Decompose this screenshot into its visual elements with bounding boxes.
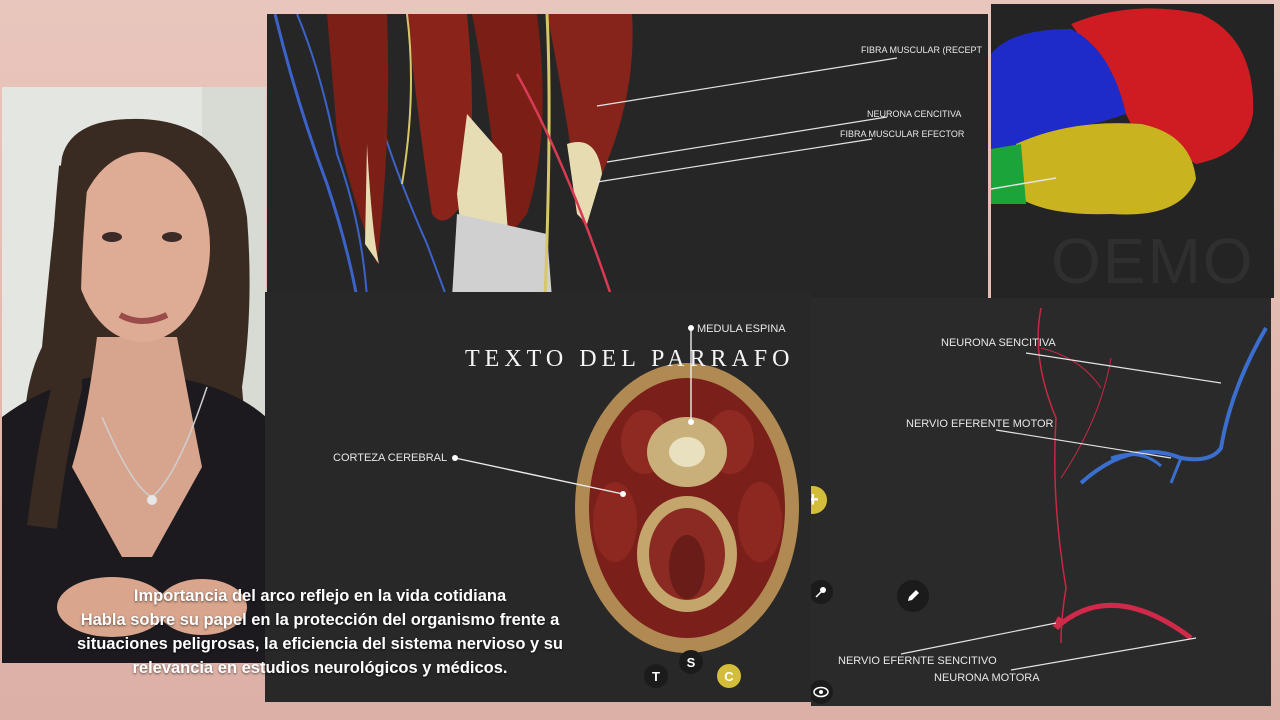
paragraph-title: TEXTO DEL PARRAFO — [465, 346, 795, 372]
caption-line-2: Habla sobre su papel en la protección de… — [80, 611, 560, 629]
caption-line-4: relevancia en estudios neurológicos y mé… — [132, 659, 508, 677]
brain-model — [991, 8, 1254, 215]
label-fibra-muscular-efector: FIBRA MUSCULAR EFECTOR — [840, 129, 965, 139]
tool-c-button[interactable]: C — [717, 664, 741, 688]
label-neurona-sensitiva-2: NEURONA SENCITIVA — [941, 337, 1056, 349]
label-nervio-eferente-sensitivo: NERVIO EFERNTE SENCITIVO — [838, 655, 997, 667]
label-neurona-motora: NEURONA MOTORA — [934, 672, 1040, 684]
label-corteza-cerebral: CORTEZA CEREBRAL — [333, 452, 448, 464]
presenter-image — [2, 87, 266, 663]
caption-line-3: situaciones peligrosas, la eficiencia de… — [76, 635, 564, 653]
tool-s-button[interactable]: S — [679, 650, 703, 674]
muscle-anatomy-view[interactable]: FIBRA MUSCULAR (RECEPT NEURONA CENCITIVA… — [267, 14, 988, 298]
label-nervio-eferente-motor: NERVIO EFERENTE MOTOR — [906, 418, 1054, 430]
label-fibra-muscular-receptor: FIBRA MUSCULAR (RECEPT — [861, 45, 983, 55]
tool-t-button[interactable]: T — [644, 664, 668, 688]
leg-muscle-model — [273, 14, 898, 298]
label-neurona-sensitiva: NEURONA CENCITIVA — [867, 109, 962, 119]
nerve-model — [900, 307, 1268, 671]
brain-lobes-view[interactable]: OEMO — [991, 4, 1274, 298]
pencil-icon[interactable] — [897, 580, 929, 612]
nerve-pathway-view[interactable]: NEURONA SENCITIVA NERVIO EFERENTE MOTOR … — [811, 298, 1271, 706]
label-medula-espinal: MEDULA ESPINA — [697, 323, 786, 335]
subtitle-caption: Importancia del arco reflejo en la vida … — [30, 584, 610, 680]
presenter-webcam — [2, 87, 266, 663]
caption-line-1: Importancia del arco reflejo en la vida … — [133, 587, 507, 605]
